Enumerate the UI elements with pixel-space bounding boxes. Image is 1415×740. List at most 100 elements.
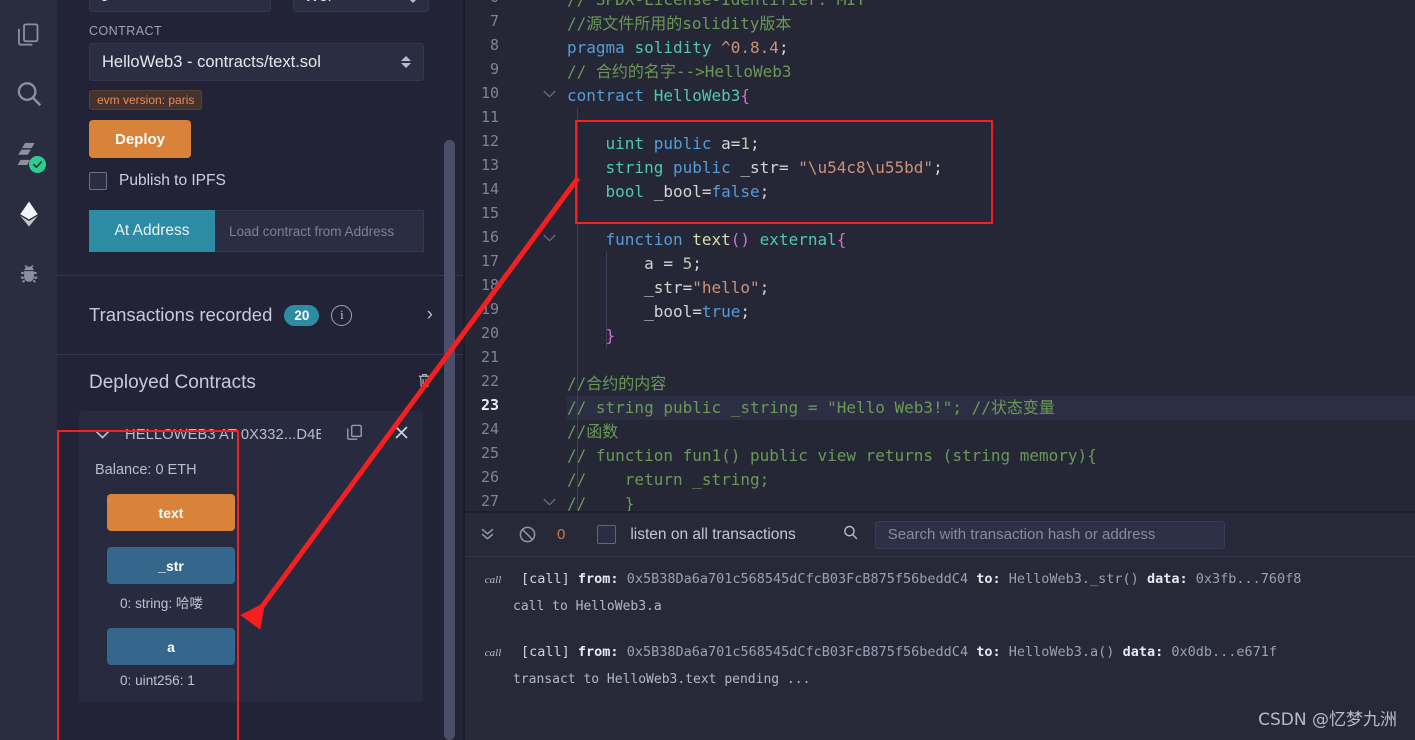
chevron-down-icon[interactable] [95, 427, 110, 442]
value-unit-select[interactable]: Wei [293, 0, 429, 12]
line-number: 13 [480, 156, 499, 174]
at-address-input[interactable]: Load contract from Address [215, 210, 424, 252]
close-icon[interactable] [394, 424, 409, 445]
code-line[interactable]: contract HelloWeb3{ [567, 84, 750, 108]
log-entry[interactable]: call [call] from: 0x5B38Da6a701c568545dC… [465, 644, 1415, 687]
value-unit-text: Wei [304, 0, 331, 6]
log-data-key: data: [1146, 571, 1188, 587]
log-sub-line: transact to HelloWeb3.text pending ... [513, 672, 811, 687]
contract-function-button-a[interactable]: a [107, 628, 235, 665]
contract-function-button-text[interactable]: text [107, 494, 235, 531]
value-input[interactable]: 0 [89, 0, 271, 12]
instance-title: HELLOWEB3 AT 0X332...D4B6D (M [125, 426, 321, 443]
code-line[interactable]: // string public _string = "Hello Web3!"… [567, 396, 1055, 420]
at-address-button[interactable]: At Address [89, 210, 215, 252]
panel-scrollbar[interactable] [444, 140, 455, 740]
contract-label: CONTRACT [89, 24, 163, 38]
contract-select[interactable]: HelloWeb3 - contracts/text.sol [89, 43, 424, 81]
log-from-key: from: [577, 644, 619, 660]
log-from-value: 0x5B38Da6a701c568545dCfcB03FcB875f56bedd… [626, 571, 969, 587]
code-content[interactable]: // SPDX-License-Identifier: MIT//源文件所用的s… [567, 0, 1415, 513]
terminal-search-input[interactable]: Search with transaction hash or address [874, 520, 1225, 549]
clear-console-icon[interactable] [518, 525, 537, 544]
compiler-success-badge [29, 156, 46, 173]
fold-chevron-icon[interactable] [543, 497, 556, 509]
line-number: 6 [465, 0, 499, 6]
transactions-recorded-row[interactable]: Transactions recorded 20 i › [57, 276, 465, 354]
deploy-run-icon[interactable] [0, 184, 57, 244]
deploy-and-run-panel: 0 Wei CONTRACT HelloWeb3 - contracts/tex… [57, 0, 465, 740]
collapse-terminal-icon[interactable] [479, 526, 496, 543]
listen-all-transactions-checkbox[interactable] [597, 525, 617, 544]
line-number: 10 [480, 84, 499, 102]
log-data-value: 0x0db...e671f [1171, 644, 1278, 660]
terminal-toolbar: 0 listen on all transactions Search with… [465, 513, 1415, 557]
line-number: 17 [480, 252, 499, 270]
code-line[interactable]: pragma solidity ^0.8.4; [567, 36, 789, 60]
evm-version-badge: evm version: paris [89, 90, 203, 110]
log-data-value: 0x3fb...760f8 [1195, 571, 1302, 587]
code-line[interactable]: // SPDX-License-Identifier: MIT [567, 0, 866, 12]
line-number: 12 [480, 132, 499, 150]
line-number: 20 [480, 324, 499, 342]
log-entry[interactable]: call [call] from: 0x5B38Da6a701c568545dC… [465, 571, 1415, 614]
deployed-contract-instance: HELLOWEB3 AT 0X332...D4B6D (M Balance: 0… [79, 411, 423, 702]
code-editor[interactable]: 6 7 8 9 10 11 12 13 14 15 16 17 18 19 20 21 22 23 24 25 26 27… [465, 0, 1415, 513]
line-number: 7 [489, 12, 499, 30]
search-icon[interactable] [842, 524, 859, 546]
line-number: 9 [489, 60, 499, 78]
chevron-right-icon[interactable]: › [427, 304, 433, 326]
fold-chevron-icon[interactable] [543, 233, 556, 245]
line-number: 14 [480, 180, 499, 198]
deployed-contracts-header: Deployed Contracts [57, 355, 465, 411]
code-line[interactable]: //函数 [567, 420, 618, 444]
publish-ipfs-checkbox[interactable] [89, 172, 107, 190]
code-line[interactable]: _bool=true; [567, 300, 750, 324]
deploy-button[interactable]: Deploy [89, 120, 191, 158]
terminal-search-placeholder: Search with transaction hash or address [887, 526, 1156, 543]
code-line[interactable]: a = 5; [567, 252, 702, 276]
code-line[interactable]: //源文件所用的solidity版本 [567, 12, 791, 36]
code-line[interactable]: // function fun1() public view returns (… [567, 444, 1097, 468]
publish-to-ipfs-row[interactable]: Publish to IPFS [89, 172, 433, 190]
code-line[interactable]: // 合约的名字-->HelloWeb3 [567, 60, 792, 84]
function-result-a: 0: uint256: 1 [120, 673, 195, 688]
at-address-placeholder: Load contract from Address [229, 223, 395, 239]
line-number: 25 [480, 444, 499, 462]
code-line[interactable]: } [567, 324, 616, 348]
chevron-updown-icon [401, 56, 411, 68]
contract-function-button-str[interactable]: _str [107, 547, 235, 584]
code-line[interactable]: // return _string; [567, 468, 769, 492]
log-sub-line: call to HelloWeb3.a [513, 599, 662, 614]
instance-balance: Balance: 0 ETH [95, 462, 197, 478]
log-from-key: from: [577, 571, 619, 587]
code-line[interactable]: function text() external{ [567, 228, 847, 252]
fold-chevron-icon[interactable] [543, 89, 556, 101]
publish-ipfs-label: Publish to IPFS [119, 172, 226, 189]
debugger-icon[interactable] [0, 244, 57, 304]
code-line[interactable]: bool _bool=false; [567, 180, 770, 204]
code-line[interactable]: string public _str= "\u54c8\u55bd"; [567, 156, 943, 180]
log-from-value: 0x5B38Da6a701c568545dCfcB03FcB875f56bedd… [626, 644, 969, 660]
code-line[interactable]: //合约的内容 [567, 372, 666, 396]
copy-icon[interactable] [345, 423, 364, 447]
log-to-key: to: [976, 571, 1001, 587]
log-to-key: to: [976, 644, 1001, 660]
listen-all-transactions-label: listen on all transactions [630, 525, 796, 543]
chevron-updown-icon [408, 0, 418, 3]
code-line[interactable]: _str="hello"; [567, 276, 769, 300]
search-icon[interactable] [0, 64, 57, 124]
code-line[interactable]: uint public a=1; [567, 132, 760, 156]
solidity-compiler-icon[interactable] [0, 124, 57, 184]
at-address-row: At Address Load contract from Address [89, 210, 424, 252]
line-number: 21 [480, 348, 499, 366]
instance-header[interactable]: HELLOWEB3 AT 0X332...D4B6D (M [79, 411, 423, 458]
terminal-log[interactable]: call [call] from: 0x5B38Da6a701c568545dC… [465, 557, 1415, 687]
line-number: 22 [480, 372, 499, 390]
pending-transactions-count: 0 [557, 526, 566, 543]
deployed-contracts-label: Deployed Contracts [89, 372, 256, 393]
trash-icon[interactable] [416, 371, 433, 395]
line-number: 23 [480, 396, 499, 414]
info-icon[interactable]: i [331, 304, 353, 326]
file-explorer-icon[interactable] [0, 4, 57, 64]
